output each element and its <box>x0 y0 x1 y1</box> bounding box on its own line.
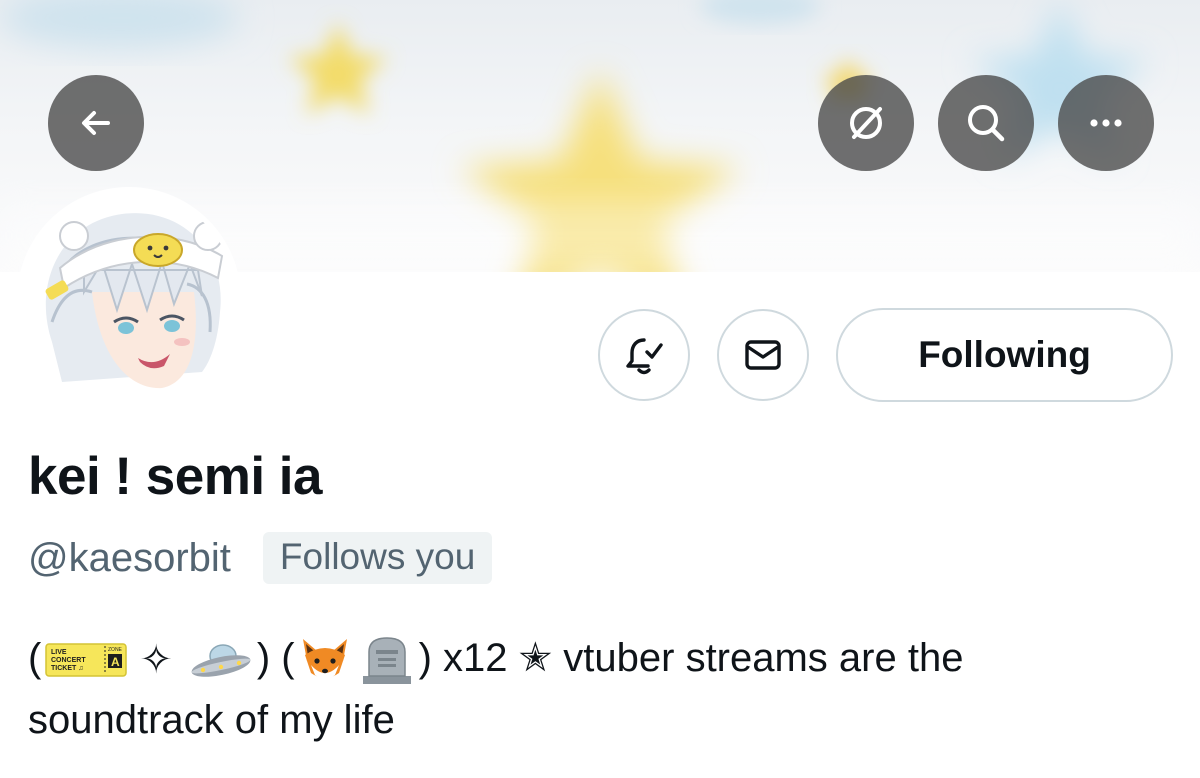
more-horizontal-icon <box>1090 119 1122 127</box>
more-button[interactable] <box>1058 75 1154 171</box>
profile-page: Following kei ! semi ia @kaesorbit Follo… <box>0 0 1200 778</box>
bio-paren-close-1: ) <box>256 636 271 680</box>
handle-row: @kaesorbit Follows you <box>28 532 493 584</box>
ticket-zone: A <box>111 655 120 669</box>
bio-paren-open-1: ( <box>28 636 42 680</box>
grok-button[interactable] <box>818 75 914 171</box>
bio-line-1: ( LIVE CONCERT TICKET ♫ ZONE A ✧) () x… <box>28 628 1148 690</box>
bio-paren-open-2: ( <box>270 636 295 680</box>
back-button[interactable] <box>48 75 144 171</box>
following-button[interactable]: Following <box>836 308 1173 402</box>
headstone-emoji <box>359 634 415 686</box>
bio-tail: ) x12 ✭ vtuber streams are the <box>418 636 964 680</box>
bio-sparkle: ✧ <box>139 638 173 683</box>
ticket-line1: LIVE <box>51 649 67 656</box>
user-handle: @kaesorbit <box>28 535 231 580</box>
follows-you-badge: Follows you <box>262 532 493 584</box>
display-name: kei ! semi ia <box>28 447 323 506</box>
slashed-circle-icon <box>850 107 882 139</box>
message-button[interactable] <box>717 309 809 401</box>
search-button[interactable] <box>938 75 1034 171</box>
fox-emoji <box>299 635 351 685</box>
ticket-line3: TICKET ♫ <box>51 665 83 672</box>
avatar-illustration <box>22 192 236 406</box>
ufo-emoji <box>189 640 253 680</box>
notifications-button[interactable] <box>598 309 690 401</box>
ticket-emoji: LIVE CONCERT TICKET ♫ ZONE A <box>45 640 128 680</box>
mail-icon <box>745 340 781 370</box>
arrow-left-icon <box>82 111 110 135</box>
search-icon <box>968 105 1005 142</box>
ticket-line2: CONCERT <box>51 657 86 664</box>
ticket-zone-label: ZONE <box>108 647 123 653</box>
profile-bio: ( LIVE CONCERT TICKET ♫ ZONE A ✧) () x… <box>28 628 1148 750</box>
bell-check-icon <box>626 338 663 375</box>
bio-line-2: soundtrack of my life <box>28 698 395 743</box>
avatar[interactable] <box>22 192 236 406</box>
